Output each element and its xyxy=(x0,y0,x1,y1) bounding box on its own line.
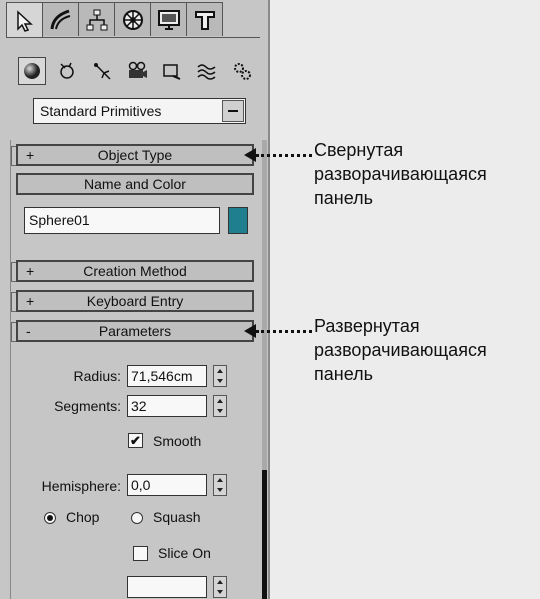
rollout-title: Keyboard Entry xyxy=(86,293,184,309)
lights-icon xyxy=(94,63,111,80)
annotation-line: разворачивающаяся xyxy=(314,340,487,360)
smooth-label: Smooth xyxy=(153,433,202,449)
rollout-toggle-sign: + xyxy=(26,293,35,309)
radius-input[interactable]: 71,546cm xyxy=(127,365,207,387)
command-panel: Standard Primitives + Object Type Name a… xyxy=(0,0,270,599)
object-color-swatch[interactable] xyxy=(228,207,248,234)
tab-display[interactable] xyxy=(150,2,187,36)
segments-spinner[interactable] xyxy=(213,395,227,417)
subcategory-cameras[interactable] xyxy=(123,57,151,85)
annotation-line: разворачивающаяся xyxy=(314,164,487,184)
rollout-title: Creation Method xyxy=(83,263,187,279)
rollout-title: Name and Color xyxy=(84,176,186,192)
subcategory-space-warps[interactable] xyxy=(193,57,221,85)
collapsed-arrow-line xyxy=(256,154,312,157)
cameras-icon xyxy=(128,61,147,78)
rollout-object-type[interactable]: + Object Type xyxy=(16,144,254,166)
squash-label: Squash xyxy=(153,509,201,525)
expanded-arrow-line xyxy=(256,330,312,333)
slice-on-label: Slice On xyxy=(158,545,211,561)
helpers-icon xyxy=(163,64,181,80)
segments-label: Segments: xyxy=(54,398,121,414)
collapsed-arrow-head-icon xyxy=(244,148,256,162)
hemisphere-label: Hemisphere: xyxy=(41,478,121,494)
rollout-title: Parameters xyxy=(98,323,172,339)
utilities-icon xyxy=(194,10,215,30)
slice-on-checkbox[interactable] xyxy=(133,546,148,561)
tab-create[interactable] xyxy=(6,2,43,38)
squash-radio[interactable] xyxy=(131,512,143,524)
subcategory-shapes[interactable] xyxy=(53,57,81,85)
rollout-title: Object Type xyxy=(97,147,173,163)
subcategory-lights[interactable] xyxy=(88,57,116,85)
hemisphere-input[interactable]: 0,0 xyxy=(127,474,207,496)
chop-radio[interactable] xyxy=(44,512,56,524)
hierarchy-icon xyxy=(86,9,107,30)
hemisphere-spinner[interactable] xyxy=(213,474,227,496)
subcategory-helpers[interactable] xyxy=(158,57,186,85)
rollout-parameters[interactable]: - Parameters xyxy=(16,320,254,342)
dropdown-button[interactable] xyxy=(222,100,244,122)
tab-modify[interactable] xyxy=(42,2,79,36)
rollout-creation-method[interactable]: + Creation Method xyxy=(16,260,254,282)
collapsed-rollout-annotation: Свернутая разворачивающаяся панель xyxy=(314,138,534,210)
display-icon xyxy=(157,9,180,30)
rollout-toggle-sign: - xyxy=(26,323,31,339)
rollout-keyboard-entry[interactable]: + Keyboard Entry xyxy=(16,290,254,312)
smooth-checkbox[interactable]: ✔ xyxy=(128,433,143,448)
panel-scrollbar-thumb[interactable] xyxy=(262,470,267,599)
dropdown-value: Standard Primitives xyxy=(40,103,162,119)
modify-icon xyxy=(50,9,70,29)
subcategory-geometry[interactable] xyxy=(18,57,46,85)
annotation-line: панель xyxy=(314,188,373,208)
primitive-type-dropdown[interactable]: Standard Primitives xyxy=(33,98,246,124)
chop-label: Chop xyxy=(66,509,100,525)
shapes-icon xyxy=(60,62,74,79)
chevron-down-icon xyxy=(228,110,238,112)
radius-label: Radius: xyxy=(73,368,121,384)
tab-motion[interactable] xyxy=(114,2,151,36)
subcategory-toolbar xyxy=(18,56,263,86)
object-name-input[interactable]: Sphere01 xyxy=(24,207,220,234)
systems-icon xyxy=(234,63,251,80)
tab-utilities[interactable] xyxy=(186,2,223,36)
subcategory-systems[interactable] xyxy=(228,57,256,85)
tab-hierarchy[interactable] xyxy=(78,2,115,36)
annotation-line: Развернутая xyxy=(314,316,420,336)
annotation-line: Свернутая xyxy=(314,140,404,160)
create-icon xyxy=(16,9,33,32)
motion-icon xyxy=(122,9,143,30)
rollout-toggle-sign: + xyxy=(26,263,35,279)
expanded-arrow-head-icon xyxy=(244,324,256,338)
annotation-line: панель xyxy=(314,364,373,384)
command-panel-tabs xyxy=(6,2,264,38)
geometry-icon xyxy=(24,63,40,79)
radius-spinner[interactable] xyxy=(213,365,227,387)
slice-from-spinner[interactable] xyxy=(213,576,227,598)
rollout-toggle-sign: + xyxy=(26,147,35,163)
tab-divider xyxy=(6,37,260,38)
rollout-name-and-color[interactable]: Name and Color xyxy=(16,173,254,195)
slice-from-input[interactable] xyxy=(127,576,207,598)
space-warps-icon xyxy=(197,64,216,80)
expanded-rollout-annotation: Развернутая разворачивающаяся панель xyxy=(314,314,534,386)
segments-input[interactable]: 32 xyxy=(127,395,207,417)
